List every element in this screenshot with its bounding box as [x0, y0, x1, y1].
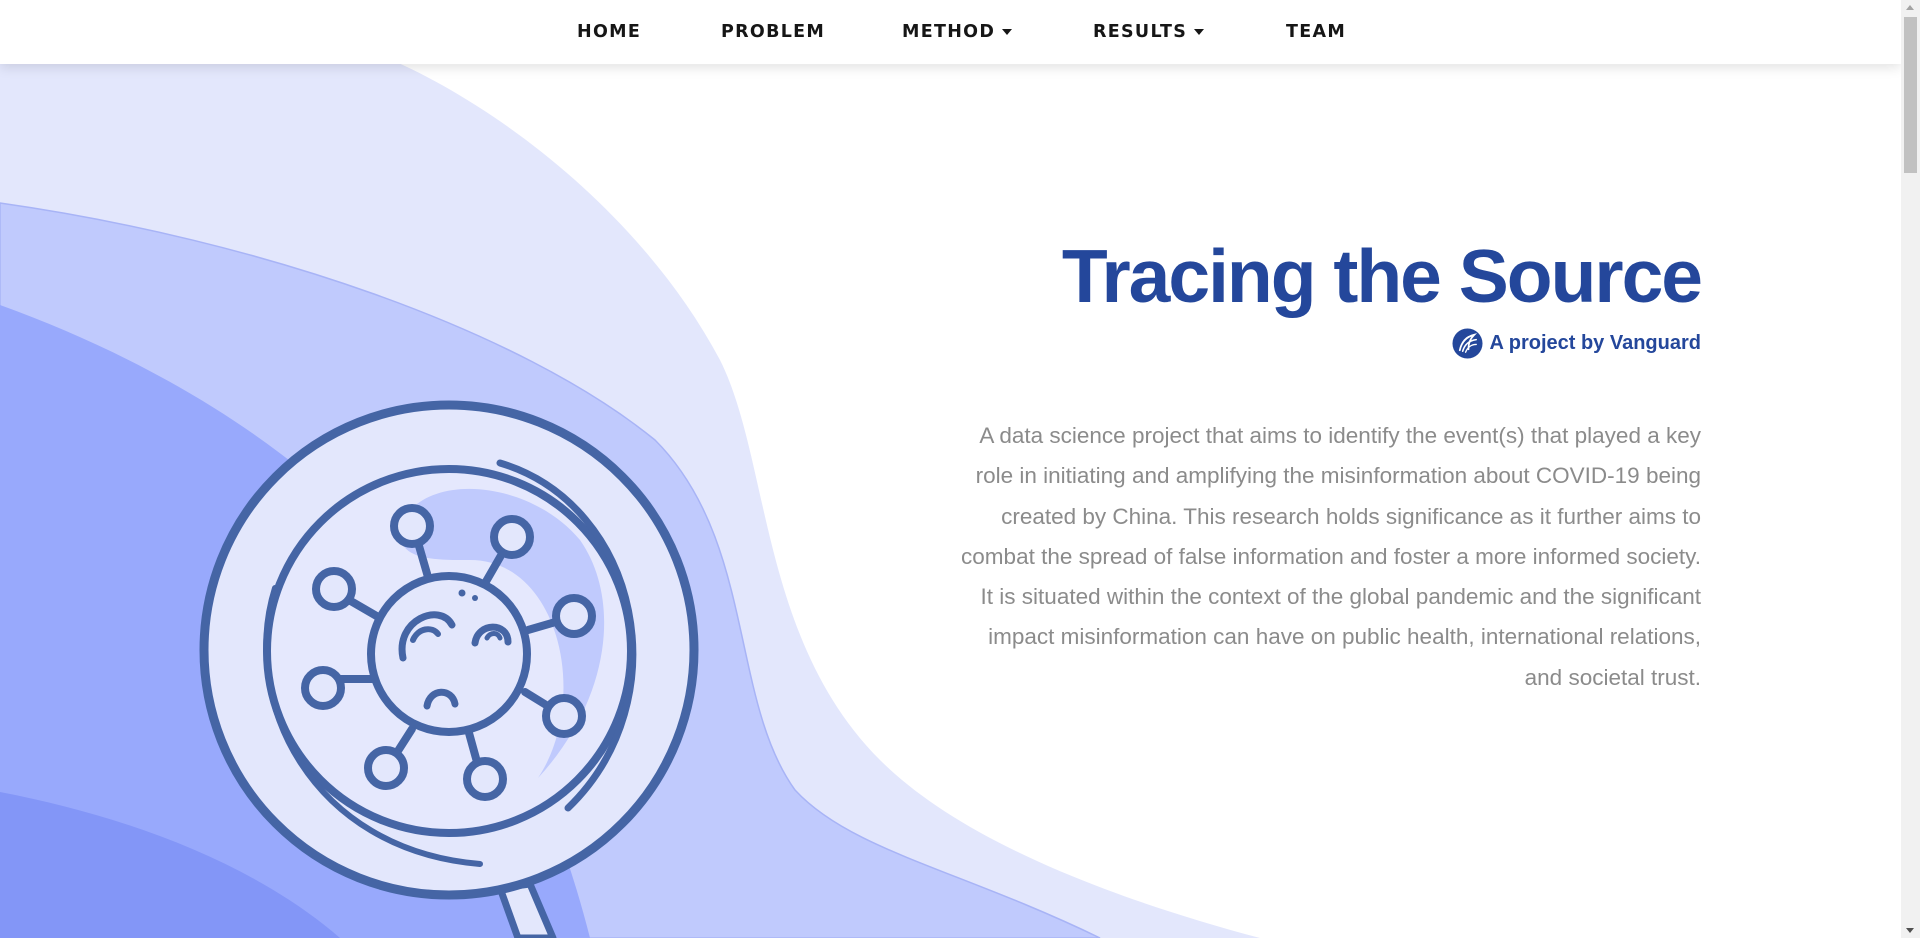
nav-team-label: TEAM: [1286, 22, 1347, 42]
scroll-down-arrow-icon[interactable]: [1906, 928, 1914, 933]
top-navbar: HOME PROBLEM METHOD RESULTS TEAM: [0, 0, 1901, 64]
nav-problem-label: PROBLEM: [721, 22, 826, 42]
caret-down-icon: [1194, 29, 1205, 35]
hero-title: Tracing the Source: [1061, 234, 1703, 318]
nav-results-label: RESULTS: [1093, 22, 1188, 42]
nav-home[interactable]: HOME: [577, 20, 641, 44]
nav-method-label: METHOD: [902, 22, 996, 42]
nav-method[interactable]: METHOD: [902, 20, 1013, 44]
hero-description: A data science project that aims to iden…: [961, 423, 1701, 690]
nav-team[interactable]: TEAM: [1286, 20, 1346, 44]
nav-home-label: HOME: [577, 22, 642, 42]
caret-down-icon: [1002, 29, 1013, 35]
hero-byline[interactable]: A project by Vanguard: [1452, 327, 1701, 359]
page: HOME PROBLEM METHOD RESULTS TEAM Tracing…: [0, 0, 1920, 938]
nav-problem[interactable]: PROBLEM: [721, 20, 825, 44]
nav-results[interactable]: RESULTS: [1093, 20, 1205, 44]
page-scrollbar[interactable]: [1901, 0, 1920, 938]
byline-text: A project by Vanguard: [1489, 331, 1701, 354]
scrollbar-thumb[interactable]: [1904, 17, 1917, 173]
scroll-up-arrow-icon[interactable]: [1906, 5, 1914, 10]
vanguard-logo-icon: [1452, 327, 1483, 359]
